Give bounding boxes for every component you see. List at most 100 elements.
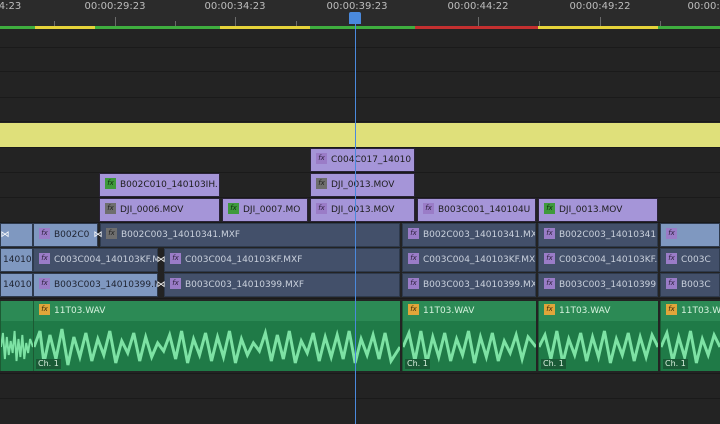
- fx-icon[interactable]: fx: [408, 253, 419, 264]
- audio-clip[interactable]: fx 11T03.WAV Ch. 1: [33, 301, 400, 371]
- video-clip[interactable]: fx DJI_0006.MOV: [99, 198, 220, 222]
- fx-icon[interactable]: fx: [39, 253, 50, 264]
- track-divider: [0, 97, 720, 98]
- fx-icon[interactable]: fx: [316, 178, 327, 189]
- fx-icon[interactable]: fx: [105, 178, 116, 189]
- clip-label: 140103: [3, 280, 32, 290]
- clip-label: B003C003_14010399.: [559, 280, 658, 290]
- video-clip[interactable]: fx DJI_0013.MOV: [310, 198, 415, 222]
- nested-sequence-clip[interactable]: fx C003C: [660, 248, 720, 272]
- fx-icon[interactable]: fx: [423, 203, 434, 214]
- track-divider: [0, 121, 720, 122]
- track-divider: [0, 71, 720, 72]
- video-clip[interactable]: fx DJI_0013.MOV: [538, 198, 658, 222]
- transition-icon[interactable]: ⋈: [93, 229, 103, 241]
- nested-sequence-clip[interactable]: fx B002C003_14010341.MX: [402, 223, 536, 247]
- video-clip[interactable]: fx B002C010_140103IH.: [99, 173, 220, 197]
- clip-label: C003C004_140103KF.M: [54, 255, 158, 265]
- fx-icon[interactable]: fx: [316, 153, 327, 164]
- clip-label: B003C003_14010399.M: [54, 280, 158, 290]
- clip-label: B003C: [681, 280, 711, 290]
- clip-label: DJI_0013.MOV: [559, 205, 623, 215]
- fx-icon[interactable]: fx: [408, 304, 419, 315]
- fx-icon[interactable]: fx: [544, 253, 555, 264]
- timecode-label: 00:00:54: [687, 1, 720, 12]
- audio-clip-header: fx 11T03.WAV: [403, 301, 536, 321]
- adjustment-layer-clip[interactable]: [0, 123, 720, 147]
- clip-label: B003C001_140104U: [438, 205, 531, 215]
- nested-sequence-clip[interactable]: fx C003C004_140103KF.MX: [538, 248, 658, 272]
- nested-sequence-clip[interactable]: fx B003C003_14010399.: [538, 273, 658, 297]
- fx-icon[interactable]: fx: [666, 278, 677, 289]
- video-clip[interactable]: fx B003C001_140104U: [417, 198, 536, 222]
- audio-clip-header: fx 11T03.WAV: [539, 301, 658, 321]
- timeline-panel: 4:23 00:00:29:23 00:00:34:23 00:00:39:23…: [0, 0, 720, 424]
- nested-sequence-clip[interactable]: fx B003C003_14010399.M: [33, 273, 158, 297]
- nested-sequence-clip[interactable]: fx C003C004_140103KF.MX: [402, 248, 536, 272]
- clip-label: B003C003_14010399.MXF: [185, 280, 305, 290]
- fx-icon[interactable]: fx: [408, 278, 419, 289]
- clip-label: B002C003_14010341.MX: [423, 230, 536, 240]
- ruler-tick: [235, 17, 236, 26]
- timecode-label: 00:00:34:23: [204, 1, 266, 12]
- track-divider: [0, 398, 720, 399]
- audio-clip[interactable]: fx 11T03.WAV Ch. 1: [402, 301, 536, 371]
- fx-icon[interactable]: fx: [666, 253, 677, 264]
- clip-label: C003C004_140103KF.MXF: [185, 255, 303, 265]
- fx-icon[interactable]: fx: [39, 228, 50, 239]
- clip-label: C003C004_140103KF.MX: [423, 255, 536, 265]
- clip-label: 11T03.WAV: [559, 306, 611, 316]
- video-clip[interactable]: fx DJI_0007.MO: [222, 198, 308, 222]
- video-clip[interactable]: fx C004C017_14010: [310, 148, 415, 172]
- playhead-handle[interactable]: [349, 12, 361, 24]
- nested-sequence-clip[interactable]: fx B002C0: [33, 223, 98, 247]
- nested-sequence-clip[interactable]: fx B003C003_14010399.MX: [402, 273, 536, 297]
- nested-sequence-clip[interactable]: 140103: [0, 248, 33, 272]
- fx-icon[interactable]: fx: [106, 228, 117, 239]
- render-segment-yellow: [35, 26, 95, 29]
- render-segment-red: [415, 26, 538, 29]
- video-clip[interactable]: fx DJI_0013.MOV: [310, 173, 415, 197]
- nested-sequence-clip[interactable]: fx C003C004_140103KF.M: [33, 248, 158, 272]
- render-status-bar: [0, 26, 720, 29]
- clip-label: B002C003_14010341.MXF: [121, 230, 241, 240]
- fx-icon[interactable]: fx: [544, 203, 555, 214]
- audio-clip[interactable]: fx 11T03.WAV Ch. 1: [538, 301, 658, 371]
- fx-icon[interactable]: fx: [544, 278, 555, 289]
- audio-clip[interactable]: fx 11T03.WAV Ch. 1: [660, 301, 720, 371]
- transition-icon[interactable]: ⋈: [156, 279, 166, 291]
- fx-icon[interactable]: fx: [666, 304, 677, 315]
- fx-icon[interactable]: fx: [544, 228, 555, 239]
- transition-icon[interactable]: ⋈: [156, 254, 166, 266]
- clip-label: 11T03.WAV: [54, 306, 106, 316]
- fx-icon[interactable]: fx: [39, 304, 50, 315]
- audio-waveform: [1, 330, 33, 362]
- nested-sequence-clip[interactable]: 140103: [0, 273, 33, 297]
- nested-sequence-clip[interactable]: fx B003C003_14010399.MXF: [164, 273, 400, 297]
- nested-sequence-clip[interactable]: fx B002C003_14010341.: [538, 223, 658, 247]
- fx-icon[interactable]: fx: [39, 278, 50, 289]
- fx-icon[interactable]: fx: [666, 228, 677, 239]
- fx-icon[interactable]: fx: [105, 203, 116, 214]
- render-segment-green: [95, 26, 220, 29]
- render-segment-yellow: [538, 26, 658, 29]
- nested-sequence-clip[interactable]: fx: [660, 223, 720, 247]
- clip-label: B002C003_14010341.: [559, 230, 658, 240]
- audio-clip-header: fx 11T03.WAV: [34, 301, 400, 321]
- playhead-line[interactable]: [355, 18, 356, 424]
- fx-icon[interactable]: fx: [228, 203, 239, 214]
- fx-icon[interactable]: fx: [316, 203, 327, 214]
- fx-icon[interactable]: fx: [544, 304, 555, 315]
- audio-clip[interactable]: [0, 301, 33, 371]
- nested-sequence-clip[interactable]: fx B003C: [660, 273, 720, 297]
- nested-sequence-clip[interactable]: fx C003C004_140103KF.MXF: [164, 248, 400, 272]
- fx-icon[interactable]: fx: [170, 278, 181, 289]
- render-segment-green: [310, 26, 415, 29]
- track-divider: [0, 47, 720, 48]
- clip-label: C003C: [681, 255, 711, 265]
- fx-icon[interactable]: fx: [408, 228, 419, 239]
- fx-icon[interactable]: fx: [170, 253, 181, 264]
- clip-label: DJI_0006.MOV: [120, 205, 184, 215]
- transition-icon[interactable]: ⋈: [0, 229, 10, 241]
- clip-label: 11T03.WAV: [681, 306, 720, 316]
